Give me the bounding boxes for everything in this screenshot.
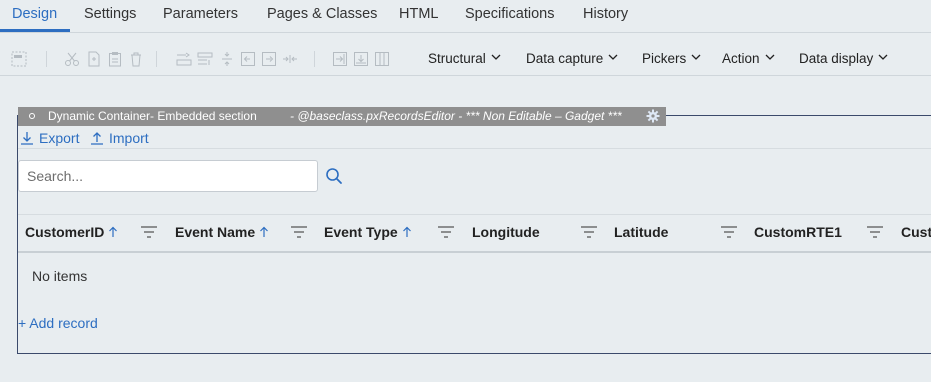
chevron-down-icon xyxy=(765,54,774,60)
column-header-event-type[interactable]: Event Type xyxy=(324,224,412,240)
upload-icon xyxy=(91,132,103,145)
filter-icon[interactable] xyxy=(720,224,738,242)
column-header-longitude[interactable]: Longitude xyxy=(472,224,540,240)
column-header-latitude[interactable]: Latitude xyxy=(614,224,668,240)
active-tab-indicator xyxy=(0,29,70,32)
export-label: Export xyxy=(39,130,80,146)
columns-icon[interactable] xyxy=(374,51,390,67)
menu-label: Structural xyxy=(428,51,486,66)
collapse-icon[interactable] xyxy=(282,51,298,67)
bullet-icon xyxy=(29,113,35,119)
filter-icon[interactable] xyxy=(290,224,308,242)
grid-top-border xyxy=(18,214,931,215)
menu-structural[interactable]: Structural xyxy=(428,51,501,66)
download-icon xyxy=(21,132,33,145)
divider xyxy=(18,148,931,149)
merge-icon[interactable] xyxy=(197,51,213,67)
column-header-event-name[interactable]: Event Name xyxy=(175,224,269,240)
layout-icon[interactable] xyxy=(11,51,27,67)
section-frame-bottom xyxy=(17,353,931,354)
column-header-cust[interactable]: Cust xyxy=(901,224,931,240)
section-header[interactable]: Dynamic Container- Embedded section - @b… xyxy=(18,107,666,126)
insert-row-icon[interactable] xyxy=(176,51,192,67)
tab-specifications[interactable]: Specifications xyxy=(465,6,554,22)
tab-pages-classes[interactable]: Pages & Classes xyxy=(267,6,377,22)
toolbar-separator xyxy=(46,51,47,67)
search-input[interactable] xyxy=(18,160,318,192)
chevron-down-icon xyxy=(491,54,501,60)
chevron-down-icon xyxy=(691,54,701,60)
chevron-down-icon xyxy=(878,54,888,60)
move-left-icon[interactable] xyxy=(240,51,256,67)
tab-settings[interactable]: Settings xyxy=(84,6,136,22)
section-subtitle: - @baseclass.pxRecordsEditor - *** Non E… xyxy=(290,109,622,123)
section-title: Dynamic Container- Embedded section xyxy=(48,109,257,123)
menu-label: Data display xyxy=(799,51,874,66)
toolbar-separator xyxy=(314,51,315,67)
paste-icon[interactable] xyxy=(107,51,123,67)
add-column-icon[interactable] xyxy=(332,51,348,67)
tab-design[interactable]: Design xyxy=(12,6,57,22)
cut-icon[interactable] xyxy=(64,51,80,67)
import-link[interactable]: Import xyxy=(90,130,149,146)
export-link[interactable]: Export xyxy=(20,130,79,146)
menu-data-display[interactable]: Data display xyxy=(799,51,888,66)
column-header-customerid[interactable]: CustomerID xyxy=(25,224,118,240)
designer-toolbar: Structural Data capture Pickers Action D… xyxy=(0,43,931,76)
sort-up-icon xyxy=(402,226,411,237)
menu-pickers[interactable]: Pickers xyxy=(642,51,701,66)
gear-icon[interactable] xyxy=(646,109,660,123)
add-record-link[interactable]: + Add record xyxy=(18,315,98,331)
grid-header-border xyxy=(18,251,931,253)
tab-history[interactable]: History xyxy=(583,6,628,22)
section-frame-top xyxy=(666,115,931,116)
column-label: Event Name xyxy=(175,224,256,240)
tab-bar: Design Settings Parameters Pages & Class… xyxy=(0,0,931,33)
filter-icon[interactable] xyxy=(580,224,598,242)
filter-icon[interactable] xyxy=(437,224,455,242)
toolbar-separator xyxy=(156,51,157,67)
menu-label: Pickers xyxy=(642,51,687,66)
import-label: Import xyxy=(109,130,149,146)
sort-up-icon xyxy=(260,226,269,237)
copy-icon[interactable] xyxy=(86,51,102,67)
sort-up-icon xyxy=(109,226,118,237)
filter-icon[interactable] xyxy=(140,224,158,242)
column-label: Event Type xyxy=(324,224,398,240)
delete-icon[interactable] xyxy=(128,51,144,67)
search-icon[interactable] xyxy=(325,167,343,185)
chevron-down-icon xyxy=(608,54,618,60)
tab-html[interactable]: HTML xyxy=(399,6,438,22)
split-icon[interactable] xyxy=(219,51,235,67)
menu-label: Data capture xyxy=(526,51,604,66)
column-header-customrte1[interactable]: CustomRTE1 xyxy=(754,224,842,240)
tab-parameters[interactable]: Parameters xyxy=(163,6,238,22)
filter-icon[interactable] xyxy=(866,224,884,242)
column-label: CustomerID xyxy=(25,224,105,240)
menu-data-capture[interactable]: Data capture xyxy=(526,51,618,66)
add-row-icon[interactable] xyxy=(353,51,369,67)
move-right-icon[interactable] xyxy=(261,51,277,67)
empty-state-text: No items xyxy=(32,268,88,284)
menu-action[interactable]: Action xyxy=(722,51,775,66)
menu-label: Action xyxy=(722,51,760,66)
